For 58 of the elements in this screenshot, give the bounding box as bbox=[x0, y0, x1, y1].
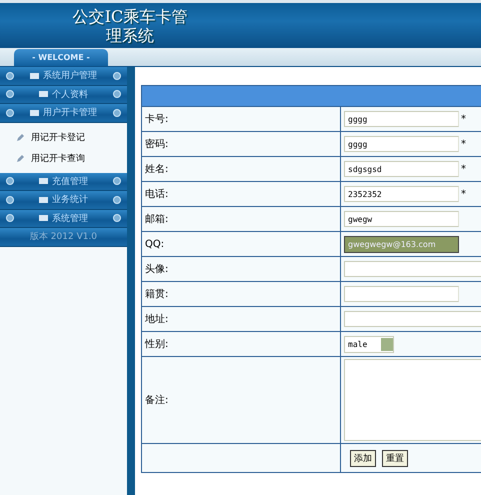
menu-item[interactable]: 系统用户管理 bbox=[0, 67, 127, 86]
bullet-icon bbox=[113, 196, 121, 204]
input-field[interactable]: gggg bbox=[344, 136, 459, 152]
bullet-icon bbox=[113, 214, 121, 222]
submenu-link[interactable]: 用记开卡查询 bbox=[31, 152, 85, 164]
required-mark: * bbox=[461, 114, 466, 124]
bullet-icon bbox=[113, 177, 121, 186]
field-label: 地址: bbox=[142, 306, 340, 332]
menu-item[interactable]: 系统管理 bbox=[0, 210, 127, 228]
menu-item[interactable]: 业务统计 bbox=[0, 191, 127, 210]
form-button[interactable]: 重置 bbox=[382, 450, 408, 466]
field-label: 性别: bbox=[142, 332, 340, 356]
bullet-icon bbox=[113, 90, 121, 98]
bullet-icon bbox=[6, 177, 14, 186]
field-label: 邮箱: bbox=[142, 206, 340, 232]
field-label: 电话: bbox=[142, 182, 340, 206]
bullet-icon bbox=[113, 72, 121, 80]
input-field[interactable] bbox=[344, 261, 481, 277]
form-button[interactable]: 添加 bbox=[350, 450, 376, 466]
submenu-link[interactable]: 用记开卡登记 bbox=[31, 130, 85, 144]
input-field[interactable] bbox=[344, 311, 481, 327]
input-field[interactable]: gwegw bbox=[344, 211, 459, 227]
required-mark: * bbox=[461, 188, 466, 200]
input-field[interactable]: gggg bbox=[344, 111, 459, 127]
input-field[interactable]: sdgsgsd bbox=[344, 161, 459, 177]
envelope-icon bbox=[39, 91, 48, 98]
bullet-icon bbox=[6, 90, 14, 98]
input-field[interactable]: 2352352 bbox=[344, 186, 459, 202]
field-label: 姓名: bbox=[142, 156, 340, 182]
bullet-icon bbox=[6, 214, 14, 222]
field-label: 卡号: bbox=[142, 106, 340, 132]
pencil-icon bbox=[16, 132, 25, 142]
envelope-icon bbox=[30, 72, 39, 79]
bullet-icon bbox=[6, 196, 14, 204]
required-mark: * bbox=[461, 164, 466, 174]
welcome-tab[interactable]: - WELCOME - bbox=[14, 49, 108, 66]
envelope-icon bbox=[39, 215, 48, 222]
envelope-icon bbox=[39, 196, 48, 203]
field-label: 密码: bbox=[142, 132, 340, 156]
app-title: 公交IC乘车卡管理系统 bbox=[72, 7, 188, 45]
menu-item[interactable]: 个人资料 bbox=[0, 86, 127, 104]
field-label: QQ: bbox=[142, 232, 340, 256]
menu-item[interactable]: 用户开卡管理 bbox=[0, 104, 127, 122]
input-field[interactable] bbox=[344, 286, 459, 302]
envelope-icon bbox=[39, 178, 48, 184]
envelope-icon bbox=[30, 110, 39, 116]
menu-item[interactable]: 充值管理 bbox=[0, 172, 127, 191]
required-mark: * bbox=[461, 138, 466, 150]
pencil-icon bbox=[16, 154, 25, 162]
remarks-field[interactable] bbox=[344, 359, 481, 441]
field-label: 籍贯: bbox=[142, 282, 340, 306]
field-label: 备注: bbox=[142, 356, 340, 444]
gender-dropdown[interactable]: male bbox=[344, 336, 394, 352]
field-label: 头像: bbox=[142, 256, 340, 282]
bullet-icon bbox=[113, 108, 121, 117]
bullet-icon bbox=[6, 108, 14, 117]
bullet-icon bbox=[6, 72, 14, 80]
version-label: 版本 2012 V1.0 bbox=[0, 228, 127, 246]
